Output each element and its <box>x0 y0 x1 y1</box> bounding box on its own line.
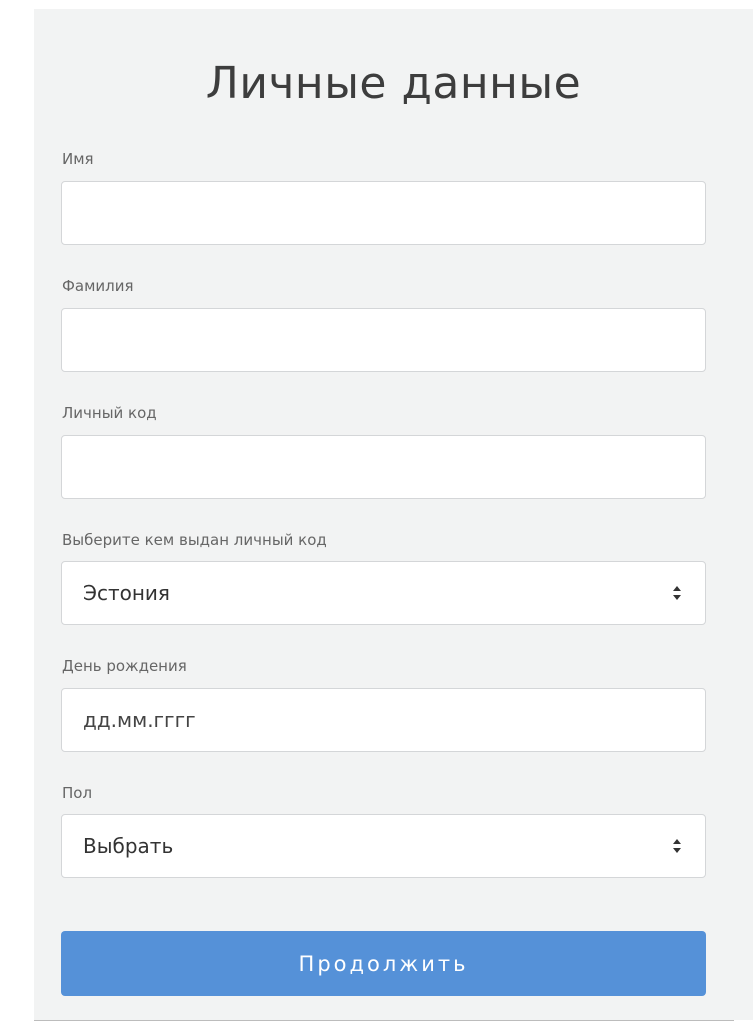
birthday-field[interactable] <box>61 688 706 752</box>
birthday-input[interactable] <box>62 689 705 751</box>
personal-code-label: Личный код <box>62 404 157 422</box>
gender-select[interactable]: Выбрать <box>61 814 706 878</box>
page-title: Личные данные <box>205 58 582 109</box>
personal-code-field[interactable] <box>61 435 706 499</box>
bottom-divider <box>34 1020 734 1021</box>
continue-button[interactable]: Продолжить <box>61 931 706 996</box>
sort-caret-icon <box>673 839 681 853</box>
issuer-select[interactable]: Эстония <box>61 561 706 625</box>
first-name-input[interactable] <box>62 182 705 244</box>
personal-code-input[interactable] <box>62 436 705 498</box>
birthday-label: День рождения <box>62 657 187 675</box>
gender-label: Пол <box>62 784 93 802</box>
last-name-input[interactable] <box>62 309 705 371</box>
last-name-field[interactable] <box>61 308 706 372</box>
issuer-label: Выберите кем выдан личный код <box>62 531 327 549</box>
sort-caret-icon <box>673 586 681 600</box>
first-name-field[interactable] <box>61 181 706 245</box>
first-name-label: Имя <box>62 150 94 168</box>
gender-selected-value: Выбрать <box>83 834 174 858</box>
last-name-label: Фамилия <box>62 277 134 295</box>
issuer-selected-value: Эстония <box>83 581 170 605</box>
